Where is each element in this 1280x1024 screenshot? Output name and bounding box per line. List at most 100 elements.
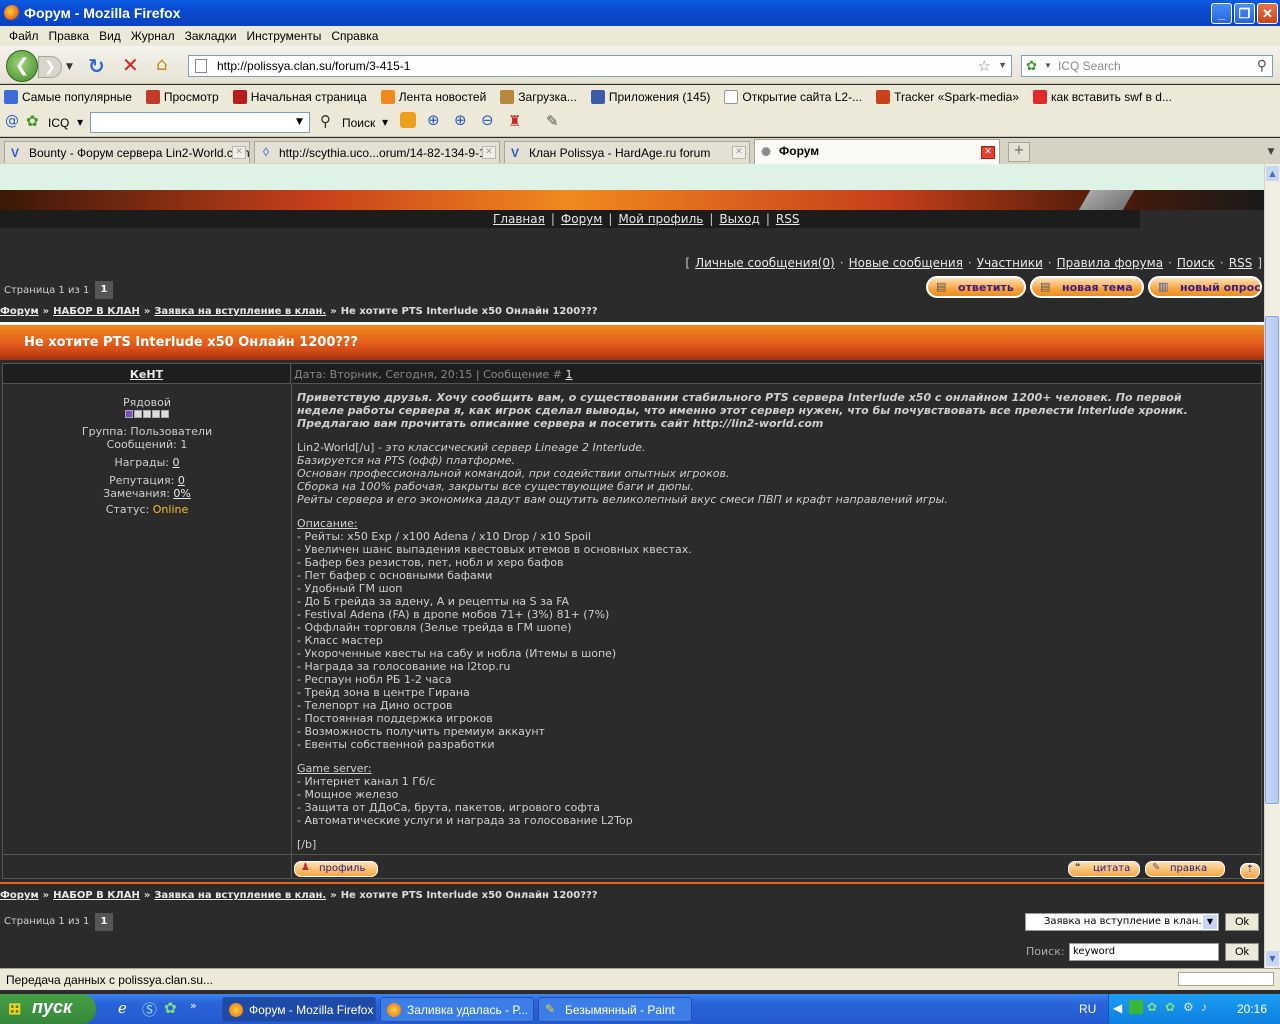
breadcrumb-subsection[interactable]: Заявка на вступление в клан.	[154, 890, 326, 901]
new-topic-button[interactable]: ▤ новая тема	[1030, 276, 1144, 298]
skype-icon[interactable]: Ⓢ	[142, 999, 157, 1020]
tray-app-icon[interactable]: ✿	[1147, 1000, 1157, 1014]
close-button[interactable]: ✕	[1257, 3, 1278, 24]
search-ok-button[interactable]: Ok	[1225, 943, 1259, 961]
scroll-down-icon[interactable]: ▼	[1266, 951, 1279, 966]
bookmark-item[interactable]: Загрузка...	[496, 90, 577, 104]
bookmark-item[interactable]: Просмотр	[142, 90, 219, 104]
new-messages-link[interactable]: Новые сообщения	[849, 256, 963, 270]
icq-search-button[interactable]: Поиск	[342, 116, 375, 130]
menu-file[interactable]: Файл	[4, 29, 44, 43]
reputation-link[interactable]: 0	[178, 474, 185, 487]
volume-icon[interactable]: ♪	[1201, 1000, 1207, 1014]
star-icon[interactable]: ☆	[978, 57, 991, 75]
remarks-link[interactable]: 0%	[173, 487, 190, 500]
members-link[interactable]: Участники	[977, 256, 1043, 270]
scrollbar-thumb[interactable]	[1265, 316, 1279, 804]
eraser-icon[interactable]: ✎	[546, 112, 559, 130]
bookmark-item[interactable]: Tracker «Spark-media»	[872, 90, 1019, 104]
search-icon[interactable]: ⚲	[320, 112, 331, 130]
breadcrumb-section[interactable]: НАБОР В КЛАН	[53, 890, 140, 901]
taskbar-firefox[interactable]: Форум - Mozilla Firefox	[222, 997, 376, 1022]
tray-app-icon[interactable]: ⚙	[1183, 1000, 1194, 1014]
tab-scythia[interactable]: ◊ http://scythia.uco...orum/14-82-134-9-…	[254, 141, 500, 163]
reply-button[interactable]: ▤ ответить	[926, 276, 1026, 298]
icq-label[interactable]: ICQ	[48, 116, 69, 130]
tray-arrow-icon[interactable]: ◀	[1113, 1001, 1122, 1015]
breadcrumb-forum[interactable]: Форум	[0, 890, 39, 901]
menu-bookmarks[interactable]: Закладки	[180, 29, 242, 43]
menu-help[interactable]: Справка	[326, 29, 383, 43]
search-link[interactable]: Поиск	[1177, 256, 1215, 270]
language-indicator[interactable]: RU	[1079, 1002, 1096, 1016]
quicklaunch-more-icon[interactable]: »	[190, 999, 197, 1012]
zoom-out-icon[interactable]: ⊖	[481, 111, 494, 129]
ie-icon[interactable]: ℯ	[118, 999, 127, 1017]
awards-link[interactable]: 0	[173, 456, 180, 469]
user-icon[interactable]: ♜	[508, 112, 521, 130]
tab-bounty[interactable]: V Bounty - Форум сервера Lin2-World.com	[4, 141, 250, 163]
nav-profile[interactable]: Мой профиль	[618, 212, 703, 226]
tab-list-icon[interactable]: ▼	[1264, 142, 1278, 162]
tab-forum[interactable]: ✺ Форум	[754, 139, 1000, 164]
pager-page[interactable]: 1	[95, 913, 113, 931]
breadcrumb-section[interactable]: НАБОР В КЛАН	[53, 306, 140, 317]
nav-forum[interactable]: Форум	[561, 212, 602, 226]
icq-dropdown-icon[interactable]: ▼	[77, 118, 83, 127]
tab-hardage[interactable]: V Клан Polissya - HardAge.ru forum	[504, 141, 750, 163]
menu-edit[interactable]: Правка	[44, 29, 95, 43]
nav-rss[interactable]: RSS	[776, 212, 800, 226]
breadcrumb-subsection[interactable]: Заявка на вступление в клан.	[154, 306, 326, 317]
zoom-in-icon[interactable]: ⊕	[427, 111, 440, 129]
search-dropdown-icon[interactable]: ▼	[382, 118, 388, 127]
minimize-button[interactable]: _	[1211, 3, 1232, 24]
tool-icon[interactable]	[400, 112, 416, 128]
scroll-up-icon[interactable]: ▲	[1266, 166, 1279, 181]
tab-close-icon[interactable]: ✕	[232, 146, 246, 159]
pager-page[interactable]: 1	[95, 281, 113, 299]
author-name[interactable]: КеНТ	[130, 368, 163, 381]
zoom-reset-icon[interactable]: ⊕	[454, 111, 467, 129]
new-poll-button[interactable]: ▥ новый опрос	[1148, 276, 1262, 298]
bookmark-item[interactable]: как вставить swf в d...	[1029, 90, 1172, 104]
menu-history[interactable]: Журнал	[126, 29, 180, 43]
nav-logout[interactable]: Выход	[719, 212, 759, 226]
home-icon[interactable]: ⌂	[156, 54, 167, 75]
forward-button[interactable]: ❯	[38, 56, 62, 78]
tray-app-icon[interactable]	[1129, 1000, 1143, 1014]
breadcrumb-forum[interactable]: Форум	[0, 306, 39, 317]
scroll-top-button[interactable]: ⇡	[1240, 863, 1260, 879]
forum-rules-link[interactable]: Правила форума	[1057, 256, 1163, 270]
search-field[interactable]: ✿ ▼ ICQ Search ⚲	[1021, 55, 1273, 77]
taskbar-paint[interactable]: ✎ Безымянный - Paint	[538, 997, 692, 1022]
bookmark-item[interactable]: Начальная страница	[229, 90, 367, 104]
taskbar-upload[interactable]: Заливка удалась - Р...	[380, 997, 534, 1022]
post-number-link[interactable]: 1	[565, 368, 572, 381]
menu-tools[interactable]: Инструменты	[242, 29, 327, 43]
url-dropdown-icon[interactable]: ▼	[998, 60, 1007, 70]
bookmark-item[interactable]: Приложения (145)	[587, 90, 710, 104]
history-dropdown-icon[interactable]: ▼	[66, 62, 73, 72]
tab-close-icon[interactable]: ✕	[981, 146, 995, 159]
search-engine-dropdown-icon[interactable]: ▼	[1044, 61, 1052, 70]
icq-search-dropdown-icon[interactable]: ▼	[296, 117, 303, 127]
start-button[interactable]: ⊞ пуск	[0, 994, 96, 1024]
tab-close-icon[interactable]: ✕	[482, 146, 496, 159]
forum-jump-select[interactable]: Заявка на вступление в клан. ▼	[1025, 913, 1219, 931]
tab-close-icon[interactable]: ✕	[732, 146, 746, 159]
tray-app-icon[interactable]: ✿	[1165, 1000, 1175, 1014]
profile-button[interactable]: ♟ профиль	[294, 861, 378, 877]
forum-search-input[interactable]: keyword	[1069, 943, 1219, 961]
reload-icon[interactable]: ↻	[88, 54, 105, 78]
rss-link[interactable]: RSS	[1229, 256, 1253, 270]
stop-icon[interactable]: ✕	[122, 53, 139, 77]
icq-flower-icon[interactable]: ✿	[164, 999, 177, 1017]
new-tab-icon[interactable]: +	[1008, 142, 1030, 162]
menu-view[interactable]: Вид	[94, 29, 126, 43]
back-button[interactable]: ❮	[6, 50, 38, 82]
edit-button[interactable]: ✎ правка	[1145, 861, 1225, 877]
at-icon[interactable]: @	[5, 113, 19, 129]
bookmark-item[interactable]: Самые популярные	[0, 90, 132, 104]
jump-ok-button[interactable]: Ok	[1225, 913, 1259, 931]
private-messages-link[interactable]: Личные сообщения(0)	[695, 256, 835, 270]
